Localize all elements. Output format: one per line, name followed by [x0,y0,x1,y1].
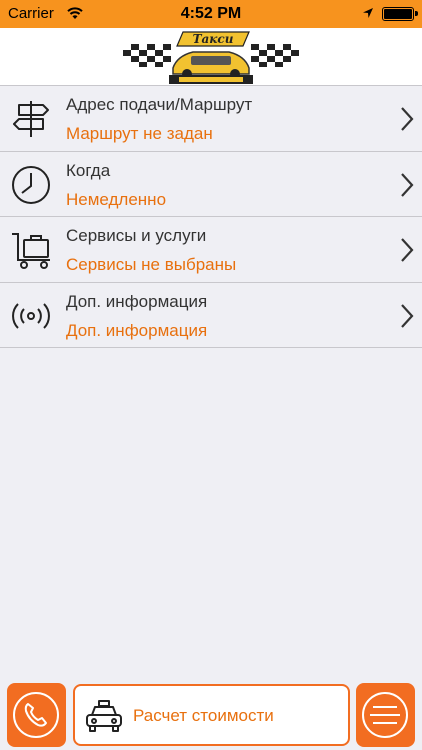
route-value: Маршрут не задан [66,124,213,143]
svg-text:Такси: Такси [193,32,234,46]
clock-icon [12,165,50,204]
luggage-cart-icon [12,233,50,269]
menu-button[interactable] [356,683,415,747]
route-title: Адрес подачи/Маршрут [66,95,253,114]
extra-info-value: Доп. информация [66,320,208,340]
taxi-logo: Такси [123,31,299,84]
taxi-car-icon [86,700,122,732]
calculate-cost-label: Расчет стоимости [133,706,274,725]
chevron-right-icon [401,107,414,131]
list-item-route[interactable]: Адрес подачи/Маршрут Маршрут не задан [0,86,422,152]
services-value: Сервисы не выбраны [66,255,237,274]
chevron-right-icon [401,238,414,262]
when-title: Когда [66,160,111,180]
when-value: Немедленно [66,189,167,209]
app-header: Такси [0,28,422,86]
list-item-extra-info[interactable]: Доп. информация Доп. информация [0,282,422,348]
clock-time: 4:52 PM [180,5,242,22]
signpost-icon [13,101,49,137]
services-title: Сервисы и услуги [66,226,207,245]
phone-icon [13,692,59,738]
chevron-right-icon [401,172,414,197]
status-bar: Carrier 4:52 PM [0,0,422,28]
list-item-services[interactable]: Сервисы и услуги Сервисы не выбраны [0,217,422,283]
order-options-list: Адрес подачи/Маршрут Маршрут не задан Ко… [0,86,422,348]
call-button[interactable] [7,683,66,747]
extra-info-title: Доп. информация [66,291,208,311]
chevron-right-icon [401,303,414,328]
location-arrow-icon [363,8,373,18]
list-item-when[interactable]: Когда Немедленно [0,151,422,217]
hamburger-menu-icon [362,692,408,738]
calculate-cost-button[interactable]: Расчет стоимости [73,684,350,746]
broadcast-icon [12,302,50,329]
battery-icon [382,7,418,21]
bottom-action-bar: Расчет стоимости [0,680,422,750]
